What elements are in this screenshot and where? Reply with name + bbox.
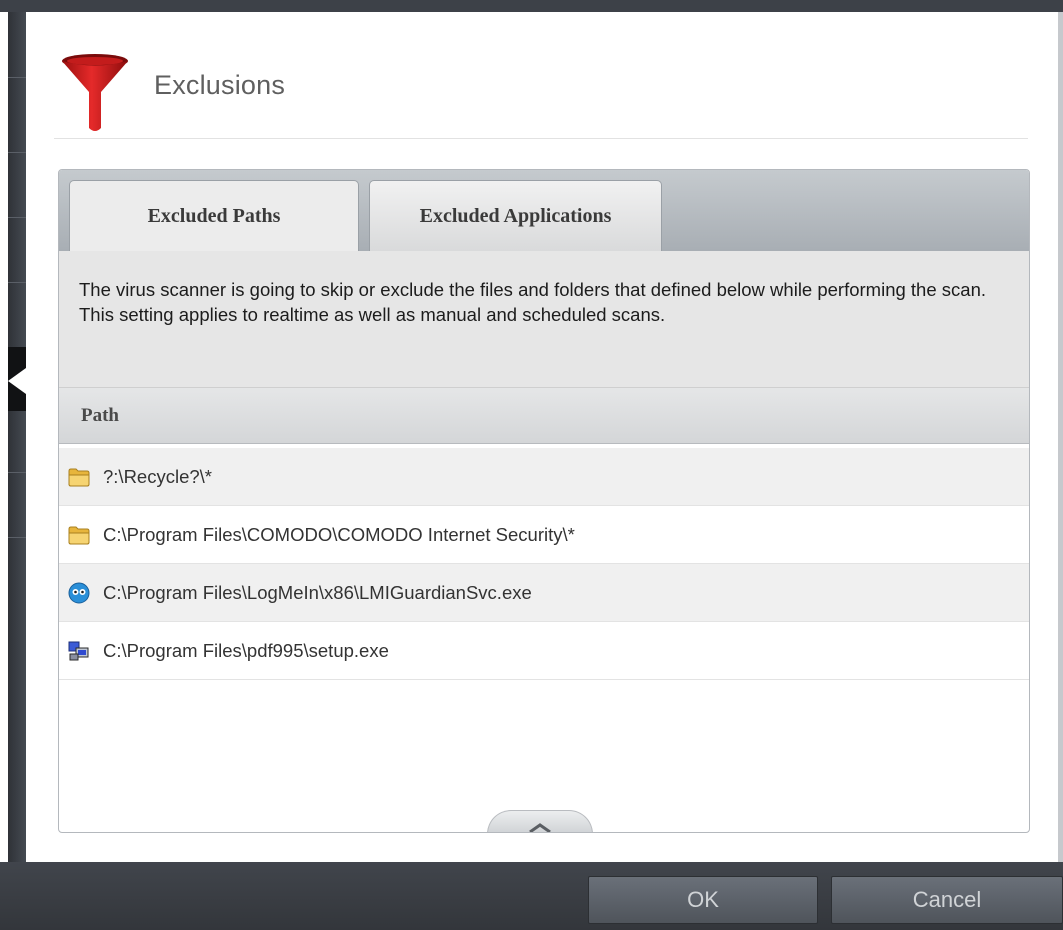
- tab-excluded-paths[interactable]: Excluded Paths: [69, 180, 359, 252]
- dialog-title: Exclusions: [154, 70, 286, 100]
- exclusions-window: Exclusions Excluded Paths Excluded Appli…: [0, 0, 1063, 930]
- folder-icon: [68, 526, 90, 544]
- collapse-panel-button[interactable]: [487, 810, 593, 832]
- dialog-footer: OK Cancel: [0, 862, 1063, 930]
- ok-button[interactable]: OK: [588, 876, 818, 924]
- tab-strip: Excluded Paths Excluded Applications: [59, 170, 1029, 252]
- table-row[interactable]: ?:\Recycle?\*: [59, 448, 1029, 506]
- exclusions-panel: Excluded Paths Excluded Applications The…: [58, 169, 1030, 833]
- table-row[interactable]: C:\Program Files\COMODO\COMODO Internet …: [59, 506, 1029, 564]
- table-row[interactable]: C:\Program Files\LogMeIn\x86\LMIGuardian…: [59, 564, 1029, 622]
- logmein-app-icon: [68, 582, 90, 603]
- cancel-button[interactable]: Cancel: [831, 876, 1063, 924]
- description-text: The virus scanner is going to skip or ex…: [59, 251, 1029, 388]
- row-path: C:\Program Files\LogMeIn\x86\LMIGuardian…: [103, 581, 532, 603]
- settings-sidebar-strip: [8, 12, 26, 862]
- exclusions-dialog: Exclusions Excluded Paths Excluded Appli…: [26, 12, 1058, 862]
- exclusion-list: ?:\Recycle?\* C:\Program Files\COMODO\CO…: [59, 448, 1029, 680]
- dialog-header: Exclusions: [26, 12, 1058, 140]
- row-path: C:\Program Files\COMODO\COMODO Internet …: [103, 523, 575, 545]
- row-path: ?:\Recycle?\*: [103, 465, 212, 487]
- folder-icon: [68, 468, 90, 486]
- funnel-icon: [62, 54, 128, 131]
- row-path: C:\Program Files\pdf995\setup.exe: [103, 639, 389, 661]
- header-divider: [54, 138, 1028, 139]
- column-header-path[interactable]: Path: [59, 388, 1029, 444]
- sidebar-pointer-arrow: [8, 368, 26, 394]
- window-top-bar: [0, 0, 1063, 12]
- table-row[interactable]: C:\Program Files\pdf995\setup.exe: [59, 622, 1029, 680]
- chevron-up-icon: [529, 823, 551, 832]
- setup-app-icon: [68, 641, 89, 660]
- tab-excluded-applications[interactable]: Excluded Applications: [369, 180, 662, 251]
- dialog-right-edge: [1058, 12, 1063, 862]
